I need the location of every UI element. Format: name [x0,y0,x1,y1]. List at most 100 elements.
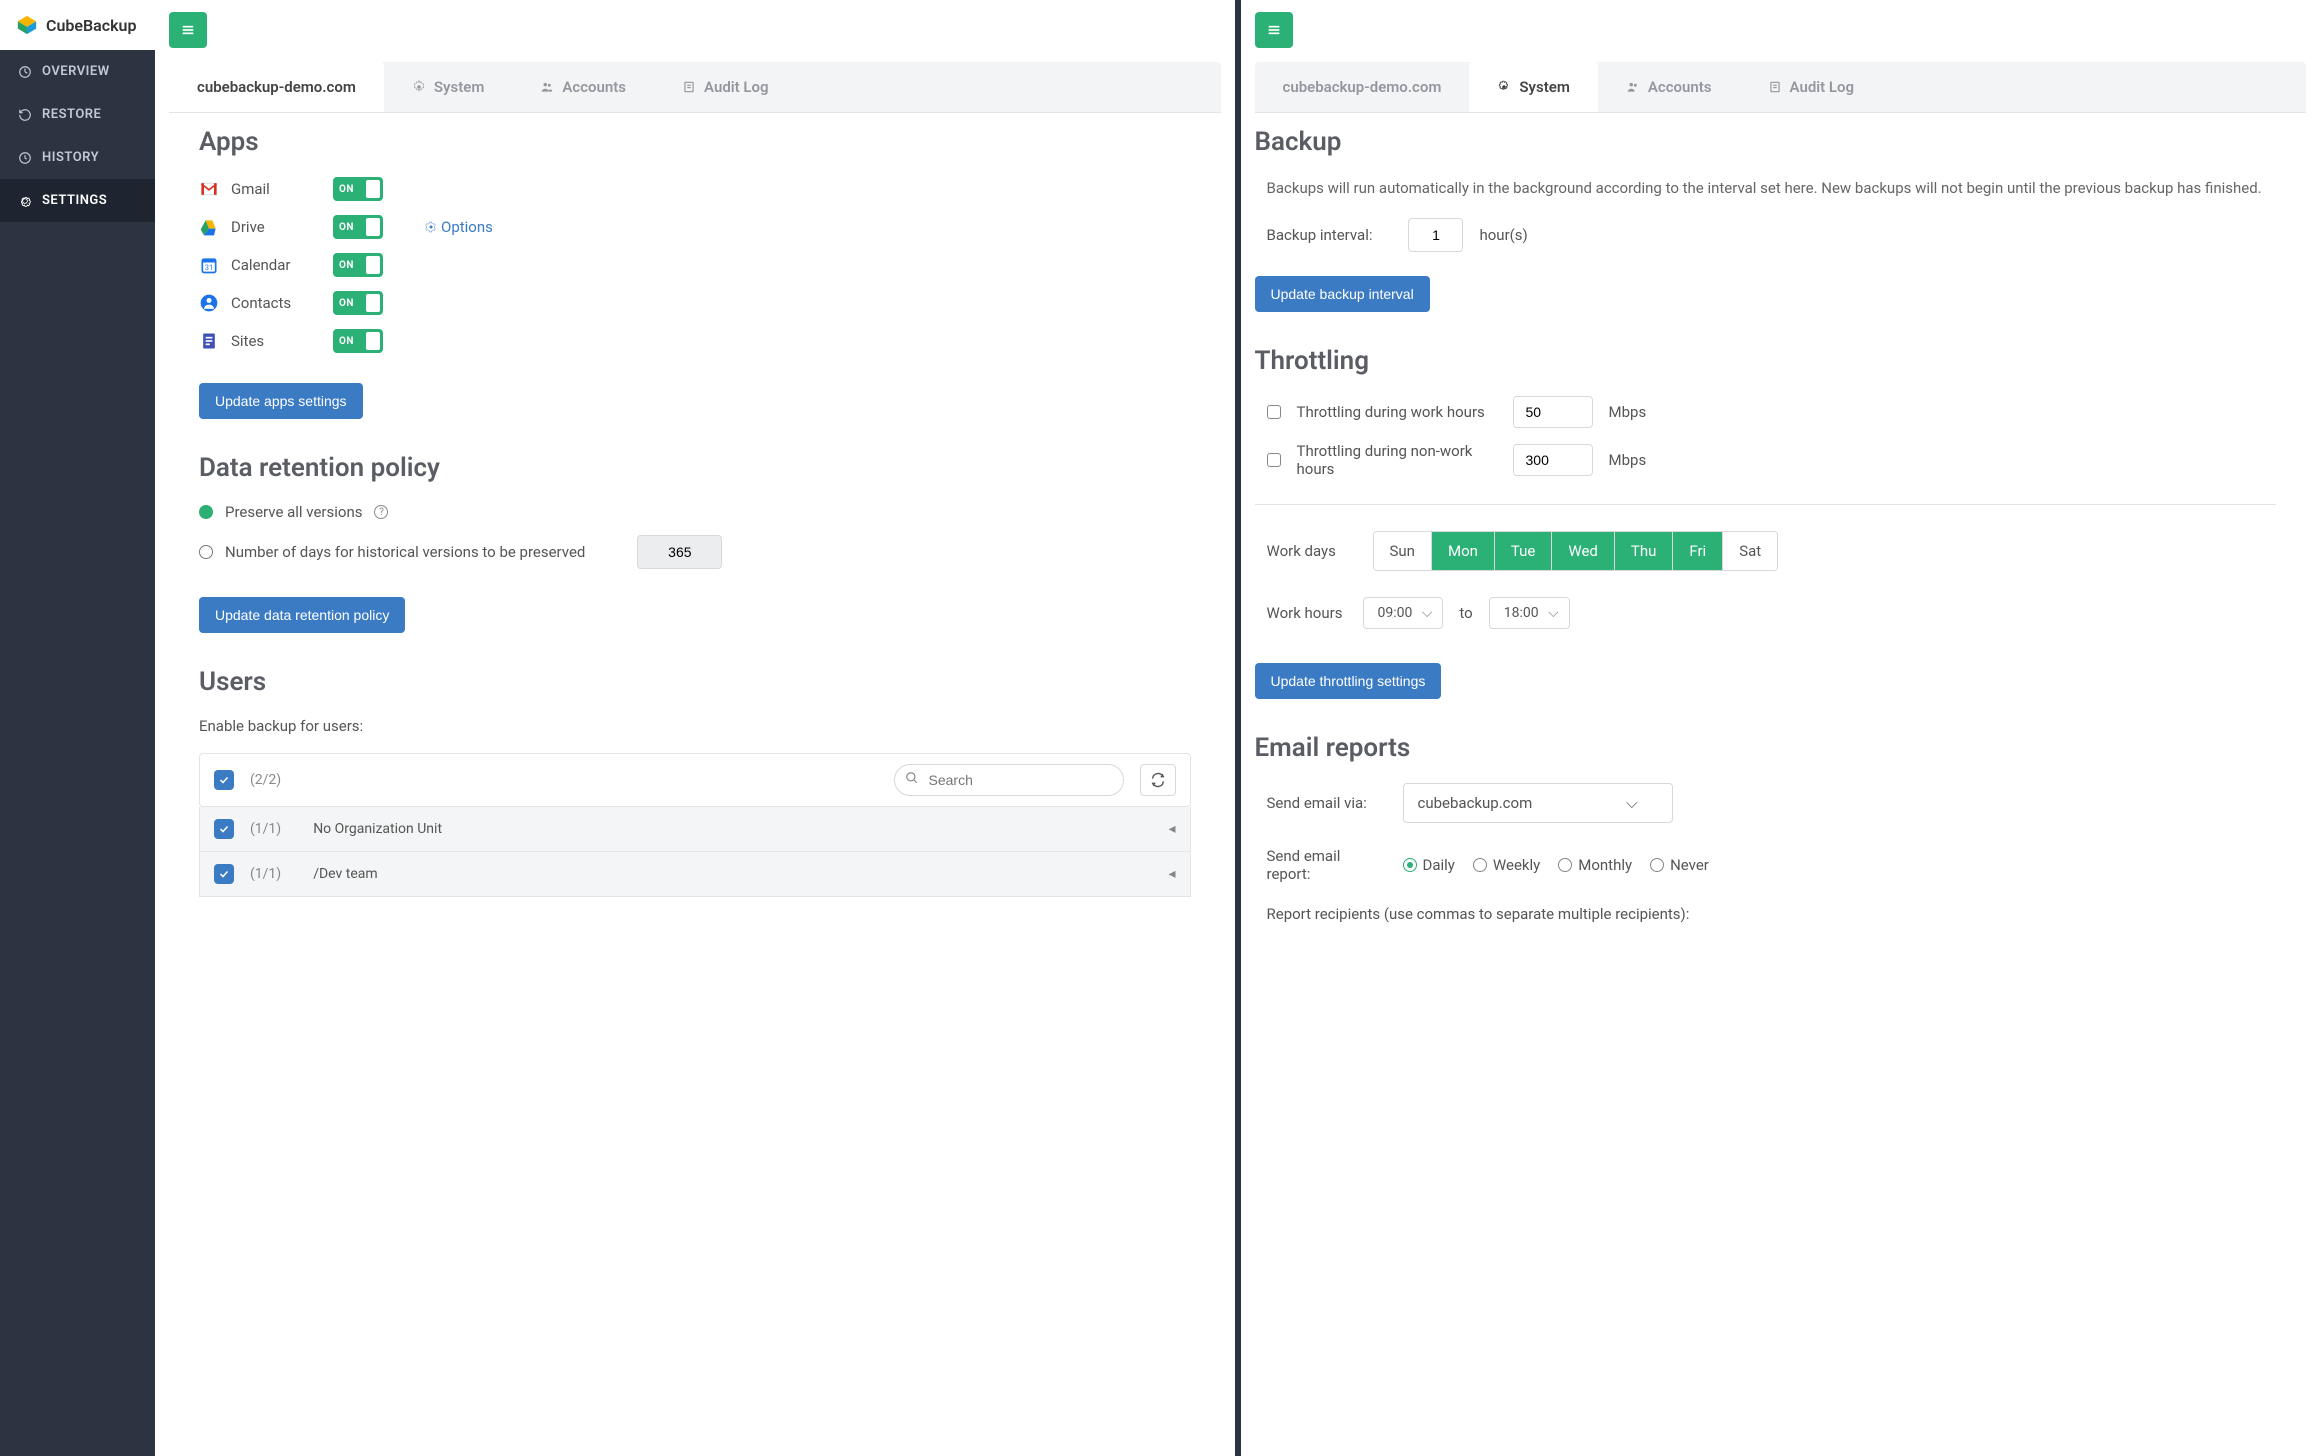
email-section: Email reports Send email via: cubebackup… [1255,733,2277,923]
toggle-contacts[interactable]: ON [333,291,383,315]
row-checkbox[interactable] [214,819,234,839]
freq-daily[interactable]: Daily [1403,856,1455,874]
user-row[interactable]: (1/1) No Organization Unit ◂ [199,807,1191,852]
toggle-sites[interactable]: ON [333,329,383,353]
email-via-label: Send email via: [1267,794,1387,812]
retention-days-input[interactable] [637,535,722,569]
nav-label: HISTORY [42,150,99,165]
refresh-button[interactable] [1140,764,1176,796]
clock-icon [18,151,32,165]
log-icon [1768,80,1782,94]
email-via-select[interactable]: cubebackup.com ⌵ [1403,783,1673,823]
tab-audit[interactable]: Audit Log [654,62,797,112]
nav-settings[interactable]: SETTINGS [0,179,155,222]
update-apps-button[interactable]: Update apps settings [199,383,363,419]
row-count: (1/1) [250,866,281,882]
log-icon [682,80,696,94]
throttle-work-checkbox[interactable] [1267,405,1281,419]
backup-interval-unit: hour(s) [1479,226,1527,244]
radio-icon [1473,858,1487,872]
backup-interval-label: Backup interval: [1267,226,1373,244]
tab-accounts[interactable]: Accounts [512,62,654,112]
brand-area: CubeBackup [0,0,155,50]
gear-icon [1497,80,1511,94]
radio-icon [199,505,213,519]
user-search-input[interactable] [894,764,1124,796]
apps-section: Apps Gmail ON Drive ON Options 31 Calend… [199,127,1191,419]
throttling-heading: Throttling [1255,346,2277,376]
email-freq-group: Daily Weekly Monthly Never [1403,856,1709,874]
day-sat[interactable]: Sat [1723,532,1777,570]
retention-opt-preserve[interactable]: Preserve all versions ? [199,503,1191,521]
update-interval-button[interactable]: Update backup interval [1255,276,1430,312]
caret-left-icon[interactable]: ◂ [1168,821,1175,837]
day-mon[interactable]: Mon [1432,532,1495,570]
gear-icon [425,221,437,233]
users-heading: Users [199,667,1191,697]
throttle-work-input[interactable] [1513,396,1593,428]
caret-left-icon[interactable]: ◂ [1168,866,1175,882]
nav-overview[interactable]: OVERVIEW [0,50,155,93]
retention-opt-days[interactable]: Number of days for historical versions t… [199,535,1191,569]
users-icon [540,80,554,94]
day-wed[interactable]: Wed [1552,532,1615,570]
row-checkbox[interactable] [214,864,234,884]
toggle-drive[interactable]: ON [333,215,383,239]
throttle-work-label: Throttling during work hours [1297,403,1497,421]
throttle-nonwork-input[interactable] [1513,444,1593,476]
help-icon[interactable]: ? [374,505,388,519]
users-icon [1626,80,1640,94]
gmail-icon [199,179,219,199]
backup-description: Backups will run automatically in the ba… [1255,177,2277,200]
logo-icon [16,14,38,36]
tab-domain[interactable]: cubebackup-demo.com [1255,62,1470,112]
row-name: /Dev team [313,866,1152,882]
app-name: Calendar [231,256,321,274]
tab-system[interactable]: System [1469,62,1597,112]
freq-weekly[interactable]: Weekly [1473,856,1540,874]
left-pane: cubebackup-demo.com System Accounts Audi… [155,0,1235,1456]
tab-accounts[interactable]: Accounts [1598,62,1740,112]
drive-options-link[interactable]: Options [425,218,493,236]
workhours-to-select[interactable]: 18:00 [1489,597,1570,629]
mbps-unit: Mbps [1609,451,1647,469]
day-tue[interactable]: Tue [1495,532,1552,570]
restore-icon [18,108,32,122]
to-label: to [1459,604,1472,622]
gear-icon [412,80,426,94]
tab-domain[interactable]: cubebackup-demo.com [169,62,384,112]
tabs-right: cubebackup-demo.com System Accounts Audi… [1255,62,2307,113]
sites-icon [199,331,219,351]
search-icon [905,771,919,789]
update-retention-button[interactable]: Update data retention policy [199,597,405,633]
freq-never[interactable]: Never [1650,856,1709,874]
drive-icon [199,217,219,237]
gear-icon [18,194,32,208]
workhours-from-select[interactable]: 09:00 [1363,597,1444,629]
nav-restore[interactable]: RESTORE [0,93,155,136]
backup-section: Backup Backups will run automatically in… [1255,127,2277,312]
radio-icon [199,545,213,559]
update-throttle-button[interactable]: Update throttling settings [1255,663,1442,699]
day-thu[interactable]: Thu [1615,532,1673,570]
select-all-checkbox[interactable] [214,770,234,790]
app-name: Drive [231,218,321,236]
apps-heading: Apps [199,127,1191,157]
day-sun[interactable]: Sun [1374,532,1432,570]
row-count: (1/1) [250,821,281,837]
toggle-calendar[interactable]: ON [333,253,383,277]
email-heading: Email reports [1255,733,2277,763]
day-fri[interactable]: Fri [1673,532,1723,570]
throttle-nonwork-checkbox[interactable] [1267,453,1281,467]
retention-section: Data retention policy Preserve all versi… [199,453,1191,633]
backup-interval-input[interactable] [1408,218,1463,252]
nav-history[interactable]: HISTORY [0,136,155,179]
toggle-gmail[interactable]: ON [333,177,383,201]
hamburger-button[interactable] [1255,12,1293,48]
tab-audit[interactable]: Audit Log [1740,62,1883,112]
freq-monthly[interactable]: Monthly [1558,856,1632,874]
user-row[interactable]: (1/1) /Dev team ◂ [199,852,1191,897]
tab-system[interactable]: System [384,62,512,112]
hamburger-button[interactable] [169,12,207,48]
retention-heading: Data retention policy [199,453,1191,483]
